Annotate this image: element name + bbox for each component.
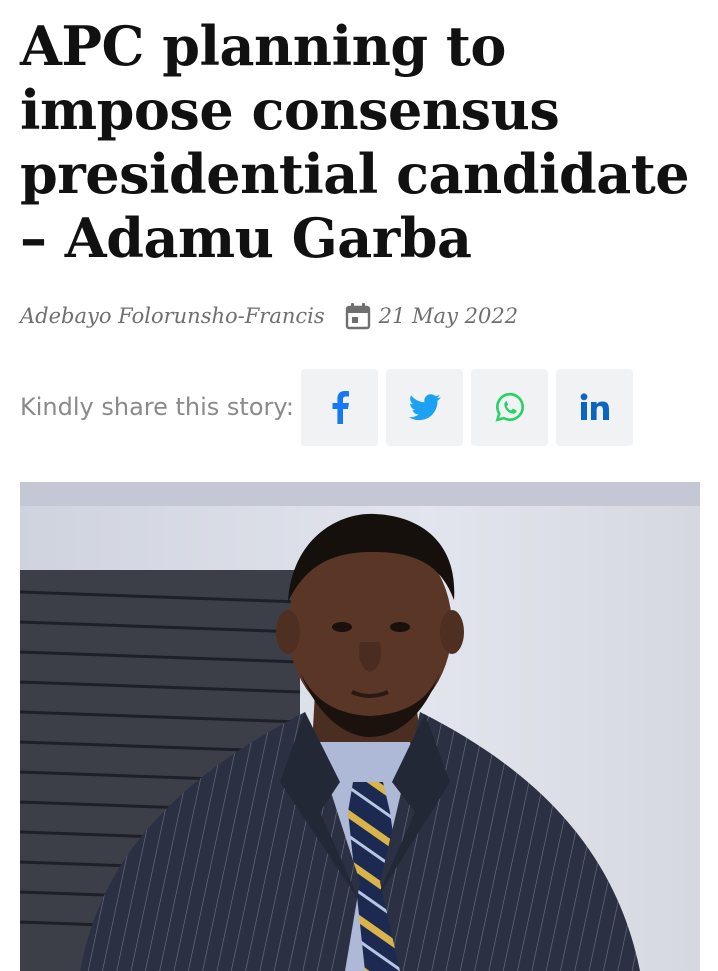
share-label: Kindly share this story:	[20, 393, 294, 421]
article-title: APC planning to impose consensus preside…	[20, 14, 690, 270]
facebook-icon	[330, 390, 350, 424]
share-bar: Kindly share this story:	[20, 368, 700, 446]
whatsapp-icon	[495, 392, 525, 422]
article-author[interactable]: Adebayo Folorunsho-Francis	[20, 304, 325, 328]
share-linkedin-button[interactable]	[556, 368, 633, 446]
share-whatsapp-button[interactable]	[471, 368, 548, 446]
featured-image	[20, 482, 700, 971]
linkedin-icon	[580, 393, 610, 421]
article-date: 21 May 2022	[378, 304, 519, 328]
calendar-icon	[345, 302, 371, 330]
share-facebook-button[interactable]	[301, 368, 378, 446]
twitter-icon	[408, 393, 441, 421]
article-meta: Adebayo Folorunsho-Francis 21 May 2022	[20, 298, 518, 334]
share-twitter-button[interactable]	[386, 368, 463, 446]
